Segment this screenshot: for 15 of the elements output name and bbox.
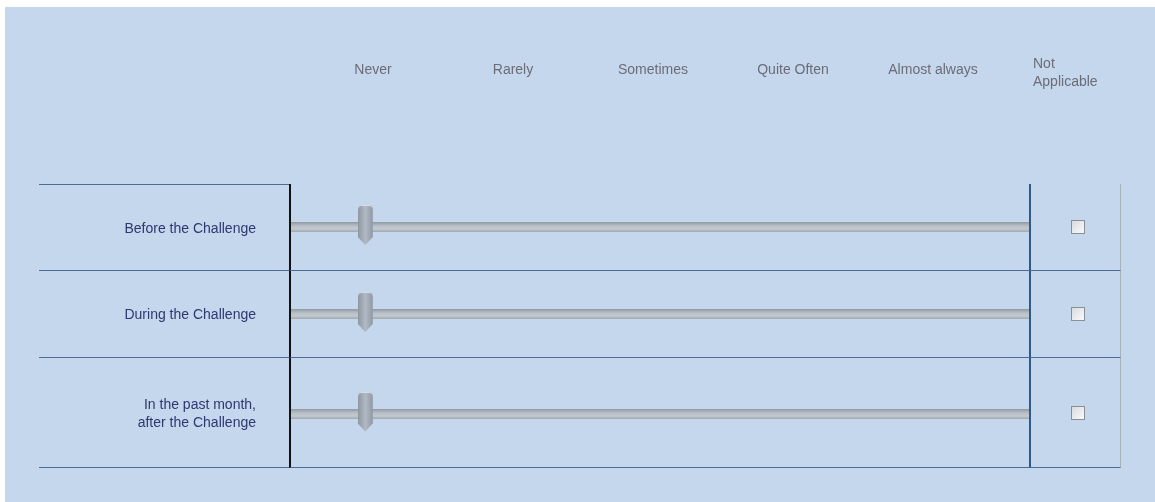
scale-label: Never — [353, 61, 393, 79]
slider-thumb[interactable] — [357, 391, 373, 432]
scale-label: Rarely — [491, 61, 535, 79]
row-label: In the past month, after the Challenge — [136, 394, 256, 431]
slider-thumb[interactable] — [357, 205, 373, 245]
checkbox[interactable] — [1070, 220, 1085, 234]
scale-label: Sometimes — [617, 61, 689, 79]
row-label: Before the Challenge — [124, 218, 256, 237]
scale-label: Almost always — [887, 61, 979, 79]
checkbox[interactable] — [1070, 307, 1085, 321]
scale-label: Quite Often — [756, 61, 830, 79]
checkbox[interactable] — [1070, 405, 1085, 420]
column-heading: Not Applicable — [1032, 54, 1099, 91]
slider-thumb[interactable] — [357, 292, 373, 332]
row-label: During the Challenge — [124, 305, 256, 323]
